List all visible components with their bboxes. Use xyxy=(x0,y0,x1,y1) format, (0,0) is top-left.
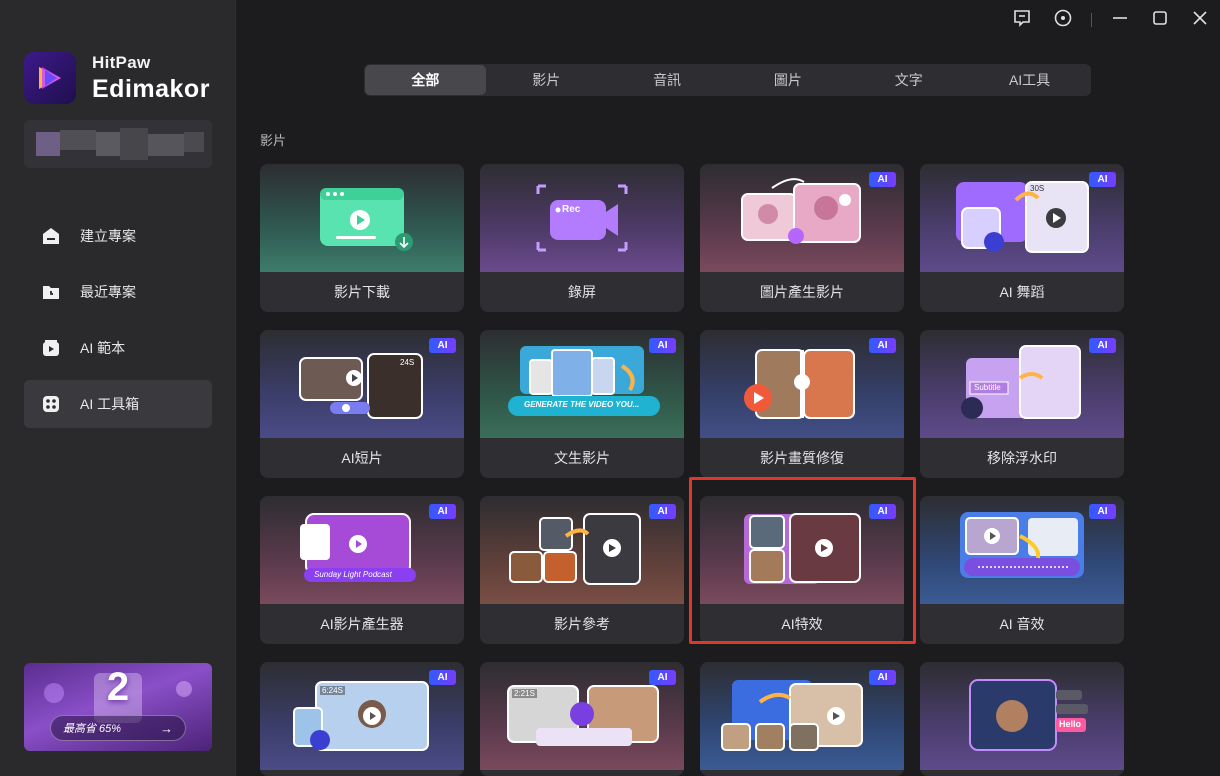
brand: HitPaw Edimakor xyxy=(24,52,210,104)
tool-label: 影片畫質修復 xyxy=(760,450,844,466)
tab-image[interactable]: 圖片 xyxy=(727,65,848,95)
sidebar-item-label: 最近專案 xyxy=(80,284,136,300)
duration-label: 24S xyxy=(400,358,415,367)
sidebar-item-label: AI 範本 xyxy=(80,340,126,356)
tool-card-ai-video-generator[interactable]: Sunday Light Podcast AI AI影片產生器 xyxy=(260,496,464,644)
hello-label: Hello xyxy=(1059,719,1082,729)
tool-card-image-to-video[interactable]: AI 圖片產生影片 xyxy=(700,164,904,312)
home-plus-icon xyxy=(40,225,62,247)
close-button[interactable] xyxy=(1188,8,1212,32)
maximize-button[interactable] xyxy=(1148,8,1172,32)
close-icon xyxy=(1191,9,1209,32)
duration-label: 2:21S xyxy=(512,689,537,698)
brand-name-large: Edimakor xyxy=(92,74,210,103)
ai-badge: AI xyxy=(429,504,456,519)
tool-label: 圖片產生影片 xyxy=(760,284,844,300)
tool-card-ai-portrait[interactable]: 6:24S AI xyxy=(260,662,464,776)
promo-banner[interactable]: 2 最高省 65% → xyxy=(24,663,212,751)
settings-icon xyxy=(1053,8,1073,33)
tool-card-ai-dance[interactable]: 30S AI AI 舞蹈 xyxy=(920,164,1124,312)
feedback-icon xyxy=(1012,8,1032,33)
edimakor-logo xyxy=(24,52,76,104)
settings-button[interactable] xyxy=(1051,8,1075,32)
promo-button[interactable]: 最高省 65% → xyxy=(50,715,186,741)
tool-label: AI影片產生器 xyxy=(320,616,404,632)
tool-card-video-reference[interactable]: AI 影片參考 xyxy=(480,496,684,644)
tool-card-ai-sound-effects[interactable]: AI AI 音效 xyxy=(920,496,1124,644)
tool-card-video-enhancer[interactable]: AI 影片畫質修復 xyxy=(700,330,904,478)
ai-badge: AI xyxy=(429,338,456,353)
rec-label: Rec xyxy=(562,204,581,215)
prompt-text: GENERATE THE VIDEO YOU... xyxy=(524,400,640,409)
ai-badge: AI xyxy=(649,504,676,519)
sidebar-item-create-project[interactable]: 建立專案 xyxy=(24,212,212,260)
tool-card-video-translator[interactable]: Hello xyxy=(920,662,1124,776)
tool-card-ai-effects[interactable]: AI AI特效 xyxy=(700,496,904,644)
feedback-button[interactable] xyxy=(1010,8,1034,32)
brand-name-small: HitPaw xyxy=(92,52,151,72)
ai-badge: AI xyxy=(869,670,896,685)
ai-badge: AI xyxy=(1089,172,1116,187)
tool-card-video-download[interactable]: 影片下載 xyxy=(260,164,464,312)
sidebar: HitPaw Edimakor 建立專案 最近專案 AI 範本 AI 工具箱 2… xyxy=(0,0,236,776)
promo-text: 最高省 65% xyxy=(63,723,122,735)
minimize-icon xyxy=(1111,9,1129,32)
tool-label: AI特效 xyxy=(781,616,823,632)
tool-thumbnail: Hello xyxy=(920,662,1124,770)
sidebar-item-ai-toolbox[interactable]: AI 工具箱 xyxy=(24,380,212,428)
tool-card-watermark-remover[interactable]: Subtitle AI 移除浮水印 xyxy=(920,330,1124,478)
section-title: 影片 xyxy=(260,133,287,148)
tool-label: 影片參考 xyxy=(554,616,610,632)
tab-audio[interactable]: 音訊 xyxy=(607,65,728,95)
duration-label: 30S xyxy=(1030,184,1045,193)
ai-badge: AI xyxy=(649,338,676,353)
minimize-button[interactable] xyxy=(1108,8,1132,32)
tool-card-screen-record[interactable]: Rec 錄屏 xyxy=(480,164,684,312)
ai-badge: AI xyxy=(869,504,896,519)
ai-badge: AI xyxy=(429,670,456,685)
tool-card-ai-shorts[interactable]: 24S AI AI短片 xyxy=(260,330,464,478)
tool-label: 文生影片 xyxy=(554,450,610,466)
tool-label: 移除浮水印 xyxy=(987,450,1057,466)
tool-label: AI 音效 xyxy=(999,616,1045,632)
template-play-icon xyxy=(40,337,62,359)
ai-badge: AI xyxy=(649,670,676,685)
toolbox-icon xyxy=(40,393,62,415)
tool-label: AI短片 xyxy=(341,450,383,466)
tool-thumbnail xyxy=(260,164,464,272)
ai-badge: AI xyxy=(869,338,896,353)
sidebar-nav: 建立專案 最近專案 AI 範本 AI 工具箱 xyxy=(24,212,212,436)
titlebar-divider xyxy=(1091,13,1092,27)
sidebar-item-ai-templates[interactable]: AI 範本 xyxy=(24,324,212,372)
tool-card-text-to-video[interactable]: GENERATE THE VIDEO YOU... AI 文生影片 xyxy=(480,330,684,478)
duration-label: 6:24S xyxy=(320,686,345,695)
maximize-icon xyxy=(1151,9,1169,32)
tab-all[interactable]: 全部 xyxy=(365,65,486,95)
promo-number: 2 xyxy=(106,665,130,709)
tab-ai-tools[interactable]: AI工具 xyxy=(969,65,1090,95)
account-panel[interactable] xyxy=(24,120,212,168)
tool-label: 影片下載 xyxy=(334,284,390,300)
category-tabs: 全部 影片 音訊 圖片 文字 AI工具 xyxy=(364,64,1091,96)
folder-clock-icon xyxy=(40,281,62,303)
tool-label: 錄屏 xyxy=(568,284,596,300)
sidebar-item-label: AI 工具箱 xyxy=(80,396,140,412)
subtitle-label: Subtitle xyxy=(974,383,1001,392)
tool-thumbnail: Rec xyxy=(480,164,684,272)
sidebar-item-recent-projects[interactable]: 最近專案 xyxy=(24,268,212,316)
tool-card-group-face-swap[interactable]: AI xyxy=(700,662,904,776)
tool-card-face-swap[interactable]: 2:21S AI xyxy=(480,662,684,776)
ai-badge: AI xyxy=(1089,504,1116,519)
podcast-title: Sunday Light Podcast xyxy=(314,570,392,579)
tab-text[interactable]: 文字 xyxy=(848,65,969,95)
tab-video[interactable]: 影片 xyxy=(486,65,607,95)
tool-label: AI 舞蹈 xyxy=(999,284,1045,300)
arrow-right-icon: → xyxy=(160,721,173,736)
ai-badge: AI xyxy=(1089,338,1116,353)
sidebar-item-label: 建立專案 xyxy=(80,228,136,244)
ai-badge: AI xyxy=(869,172,896,187)
